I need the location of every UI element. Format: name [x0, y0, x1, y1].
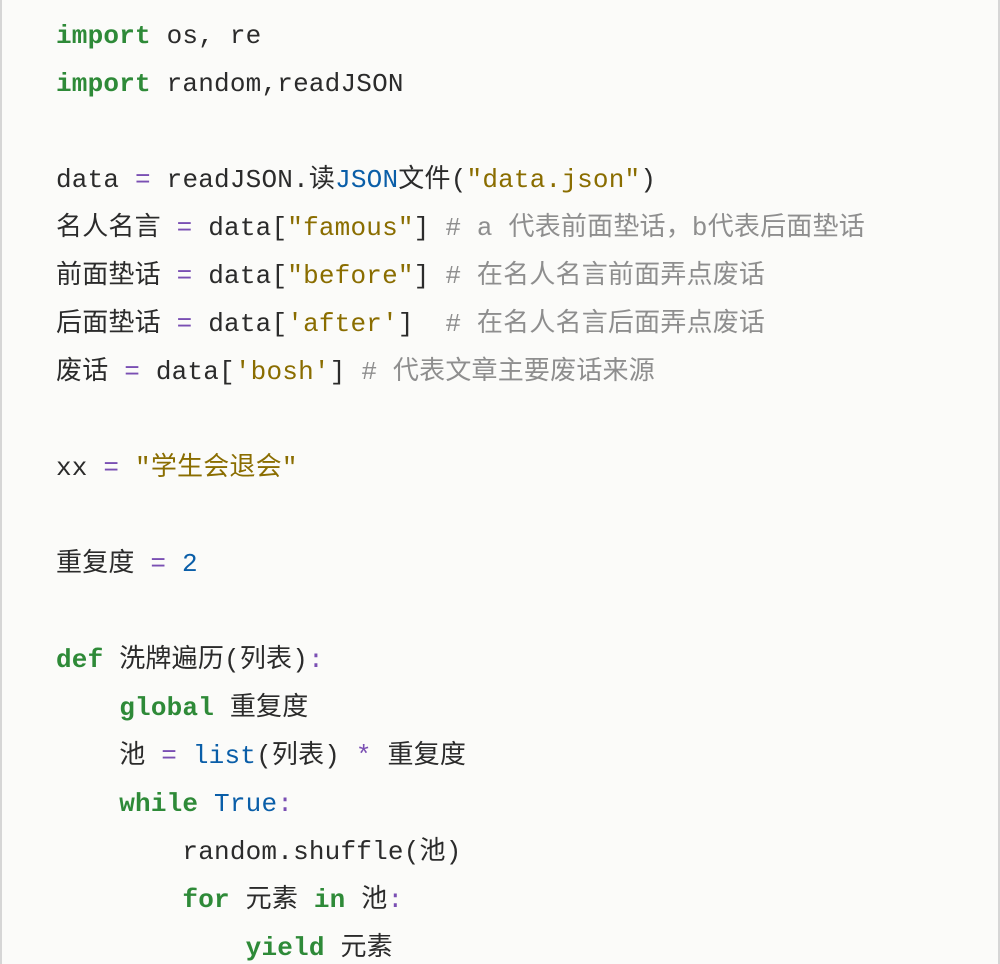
- string-literal: "data.json": [467, 165, 641, 195]
- keyword-import: import: [56, 21, 151, 51]
- string-literal: "famous": [287, 213, 413, 243]
- builtin-list: list: [193, 741, 256, 771]
- string-literal: 'bosh': [235, 357, 330, 387]
- keyword-global: global: [119, 693, 214, 723]
- keyword-yield: yield: [246, 933, 325, 963]
- keyword-def: def: [56, 645, 103, 675]
- code-line: global 重复度: [56, 693, 308, 723]
- code-line: 重复度 = 2: [56, 549, 198, 579]
- code-line: xx = "学生会退会": [56, 453, 298, 483]
- keyword-for: for: [182, 885, 229, 915]
- code-line: while True:: [56, 789, 293, 819]
- code-block: import os, re import random,readJSON dat…: [2, 12, 998, 964]
- string-literal: "before": [287, 261, 413, 291]
- comment: # 在名人名言前面弄点废话: [445, 261, 765, 291]
- code-line: 前面垫话 = data["before"] # 在名人名言前面弄点废话: [56, 261, 765, 291]
- string-literal: 'after': [287, 309, 398, 339]
- string-literal: "学生会退会": [135, 453, 298, 483]
- comment: # 代表文章主要废话来源: [361, 357, 655, 387]
- number-literal: 2: [182, 549, 198, 579]
- code-line: 名人名言 = data["famous"] # a 代表前面垫话，b代表后面垫话: [56, 213, 865, 243]
- code-viewer: import os, re import random,readJSON dat…: [0, 0, 1000, 964]
- code-line: import random,readJSON: [56, 69, 404, 99]
- code-line: 池 = list(列表) * 重复度: [56, 741, 466, 771]
- comment: # 在名人名言后面弄点废话: [445, 309, 765, 339]
- code-line: def 洗牌遍历(列表):: [56, 645, 324, 675]
- builtin-true: True: [214, 789, 277, 819]
- code-line: yield 元素: [56, 933, 393, 963]
- comment: # a 代表前面垫话，b代表后面垫话: [445, 213, 865, 243]
- code-line: data = readJSON.读JSON文件("data.json"): [56, 165, 656, 195]
- code-line: 后面垫话 = data['after'] # 在名人名言后面弄点废话: [56, 309, 765, 339]
- keyword-import: import: [56, 69, 151, 99]
- keyword-in: in: [314, 885, 346, 915]
- code-line: random.shuffle(池): [56, 837, 462, 867]
- code-line: 废话 = data['bosh'] # 代表文章主要废话来源: [56, 357, 655, 387]
- code-line: import os, re: [56, 21, 261, 51]
- code-line: for 元素 in 池:: [56, 885, 403, 915]
- keyword-while: while: [119, 789, 198, 819]
